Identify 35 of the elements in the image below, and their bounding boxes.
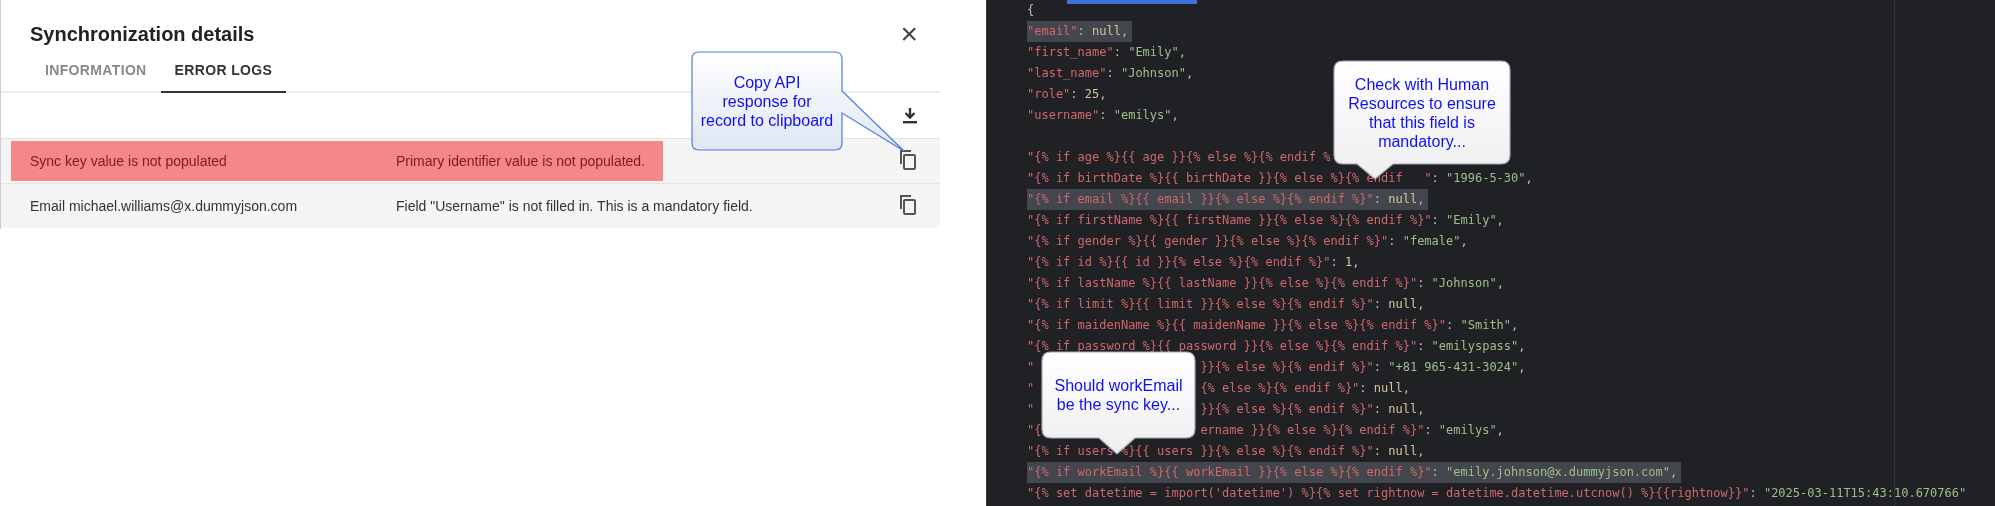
code-line: "role": 25, [1027,86,1108,103]
copy-icon [898,194,918,216]
code-line: "{% if password %}{{ password }}{% else %}{% endif %}": "emilyspass", [1027,338,1527,355]
copy-icon [898,149,918,171]
error-message: Field "Username" is not filled in. This is a mandatory field. [396,196,753,216]
code-text: " [1027,401,1035,418]
code-line: "{% if gender %}{{ gender }}{% else %}{% endif %}": "female", [1027,233,1469,250]
code-line: "first_name": "Emily", [1027,44,1187,61]
code-text: }}{% else %}{% endif %}": "+81 965-431-3024", [1200,359,1526,376]
code-line: "{% if age %}{{ age }}{% else %}{% endif % [1027,149,1332,166]
code-line: "{% if maidenName %}{{ maidenName }}{% else %}{% endif %}": "Smith", [1027,317,1520,334]
code-text: " [1027,380,1035,397]
code-text: }}{% else %}{% endif %}": null, [1200,401,1425,418]
code-line: "last_name": "Johnson", [1027,65,1195,82]
close-button[interactable]: × [900,19,918,49]
code-line: "{% if lastName %}{{ lastName }}{% else %}{% endif %}": "Johnson", [1027,275,1505,292]
sync-key-text: Email michael.williams@x.dummyjson.com [30,196,299,216]
code-line: "{% if id %}{{ id }}{% else %}{% endif %}": 1, [1027,254,1361,271]
code-text: {% else %}{% endif %}": null, [1200,380,1410,397]
code-line: "{% set datetime = import('datetime') %}{% set rightnow = datetime.datetime.utcnow() %}{{rightnow}}": "2025-03-11T15:43:10.670766" [1027,485,1968,502]
code-text: ername }}{% else %}{% endif %}": "emilys", [1200,422,1504,439]
code-text: "{ [1027,422,1042,439]
code-line: "{% if limit %}{{ limit }}{% else %}{% endif %}": null, [1027,296,1426,313]
code-text: ": "1996-5-30", [1424,170,1533,187]
download-icon [902,106,918,125]
sync-key-text: Sync key value is not populated [30,151,228,171]
dialog-title: Synchronization details [30,22,255,47]
error-message: Primary identifier value is not populated. [396,151,646,171]
code-line: { [1027,2,1036,19]
code-line: "username": "emilys", [1027,107,1180,124]
code-line: "{% if firstName %}{{ firstName }}{% else %}{% endif %}": "Emily", [1027,212,1505,229]
code-text: " [1027,359,1035,376]
callout: Copy API response for record to clipboard [691,51,907,153]
tab[interactable]: INFORMATION [31,50,161,93]
tab[interactable]: ERROR LOGS [160,50,287,93]
